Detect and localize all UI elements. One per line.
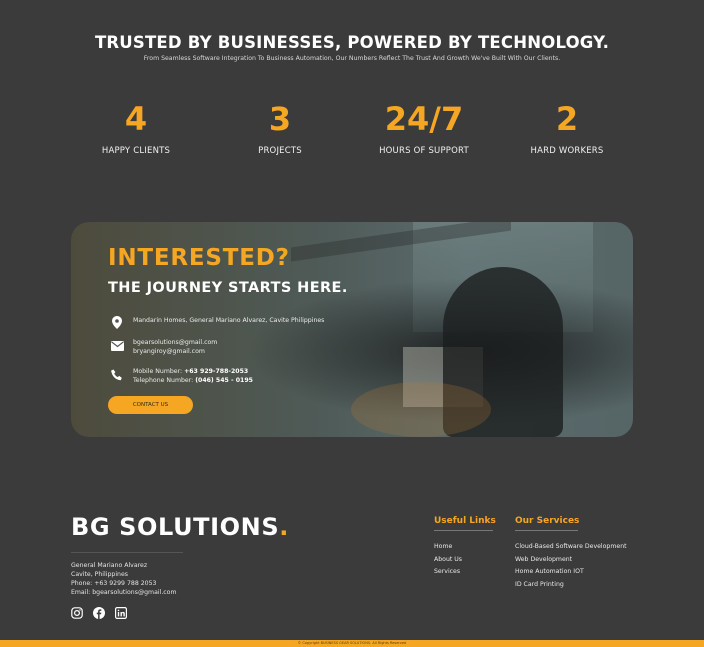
footer-link-about-us[interactable]: About Us — [434, 556, 462, 563]
service-web-development[interactable]: Web Development — [515, 556, 572, 563]
stat-value: 4 — [124, 100, 148, 138]
footer-info-line: Email: bgearsolutions@gmail.com — [71, 589, 177, 596]
phone-list: Mobile Number: +63 929-788-2053 Telephon… — [133, 367, 253, 385]
address-row: Mandarin Homes, General Mariano Alvarez,… — [110, 314, 324, 329]
stat-hard-workers: 2 HARD WORKERS — [497, 100, 637, 156]
email-secondary[interactable]: bryangiroy@gmail.com — [133, 347, 217, 356]
stat-label: HAPPY CLIENTS — [101, 146, 171, 156]
footer-info-line: Phone: +63 9299 788 2053 — [71, 580, 157, 587]
facebook-icon[interactable] — [93, 604, 105, 619]
useful-links-divider — [434, 530, 493, 531]
envelope-icon — [110, 339, 124, 353]
location-pin-icon — [110, 315, 124, 329]
our-services-title: Our Services — [515, 516, 580, 526]
interested-heading: INTERESTED? — [108, 245, 290, 271]
stat-value: 2 — [555, 100, 579, 138]
trusted-title: TRUSTED BY BUSINESSES, POWERED BY TECHNO… — [94, 33, 610, 52]
stat-label: HOURS OF SUPPORT — [379, 146, 469, 156]
brand-name: BG SOLUTIONS — [71, 513, 280, 541]
stat-value: 24/7 — [384, 100, 464, 138]
stat-projects: 3 PROJECTS — [210, 100, 350, 156]
email-primary[interactable]: bgearsolutions@gmail.com — [133, 338, 217, 347]
email-list: bgearsolutions@gmail.com bryangiroy@gmai… — [133, 338, 217, 356]
footer-link-home[interactable]: Home — [434, 543, 452, 550]
page: TRUSTED BY BUSINESSES, POWERED BY TECHNO… — [0, 0, 704, 647]
trusted-subtitle: From Seamless Software Integration To Bu… — [143, 55, 561, 62]
mobile-value[interactable]: +63 929-788-2053 — [184, 368, 248, 375]
address-text: Mandarin Homes, General Mariano Alvarez,… — [133, 317, 325, 324]
stat-value: 3 — [268, 100, 292, 138]
footer-brand: BG SOLUTIONS. — [71, 513, 289, 541]
telephone-number: Telephone Number: (046) 545 - 0195 — [133, 376, 253, 385]
service-id-card-printing[interactable]: ID Card Printing — [515, 581, 564, 588]
brand-divider — [71, 552, 183, 553]
journey-subheading: THE JOURNEY STARTS HERE. — [108, 280, 348, 296]
footer-info-line: Cavite, Philippines — [71, 571, 128, 578]
instagram-icon[interactable] — [71, 604, 83, 619]
background-glow — [351, 382, 491, 437]
footer-link-services[interactable]: Services — [434, 568, 460, 575]
footer-contact-info: General Mariano Alvarez Cavite, Philippi… — [71, 561, 177, 597]
service-home-automation[interactable]: Home Automation IOT — [515, 568, 584, 575]
copyright-bar: © Copyright BUSINESS GEAR SOLUTIONS. All… — [0, 640, 704, 647]
phone-row: Mobile Number: +63 929-788-2053 Telephon… — [110, 367, 253, 385]
service-cloud-software[interactable]: Cloud-Based Software Development — [515, 543, 627, 550]
phone-icon — [110, 368, 124, 382]
stat-label: HARD WORKERS — [530, 146, 604, 156]
linkedin-icon[interactable] — [115, 604, 128, 620]
stat-label: PROJECTS — [258, 146, 302, 156]
stat-happy-clients: 4 HAPPY CLIENTS — [66, 100, 206, 156]
telephone-value[interactable]: (046) 545 - 0195 — [195, 377, 253, 384]
brand-dot: . — [279, 513, 289, 541]
telephone-label: Telephone Number: — [133, 377, 196, 384]
footer-info-line: General Mariano Alvarez — [71, 562, 148, 569]
useful-links-title: Useful Links — [434, 516, 496, 526]
our-services-divider — [515, 530, 578, 531]
mobile-number: Mobile Number: +63 929-788-2053 — [133, 367, 253, 376]
mobile-label: Mobile Number: — [133, 368, 185, 375]
contact-us-button[interactable]: CONTACT US — [108, 396, 193, 414]
stat-hours-of-support: 24/7 HOURS OF SUPPORT — [354, 100, 494, 156]
email-row: bgearsolutions@gmail.com bryangiroy@gmai… — [110, 338, 217, 356]
